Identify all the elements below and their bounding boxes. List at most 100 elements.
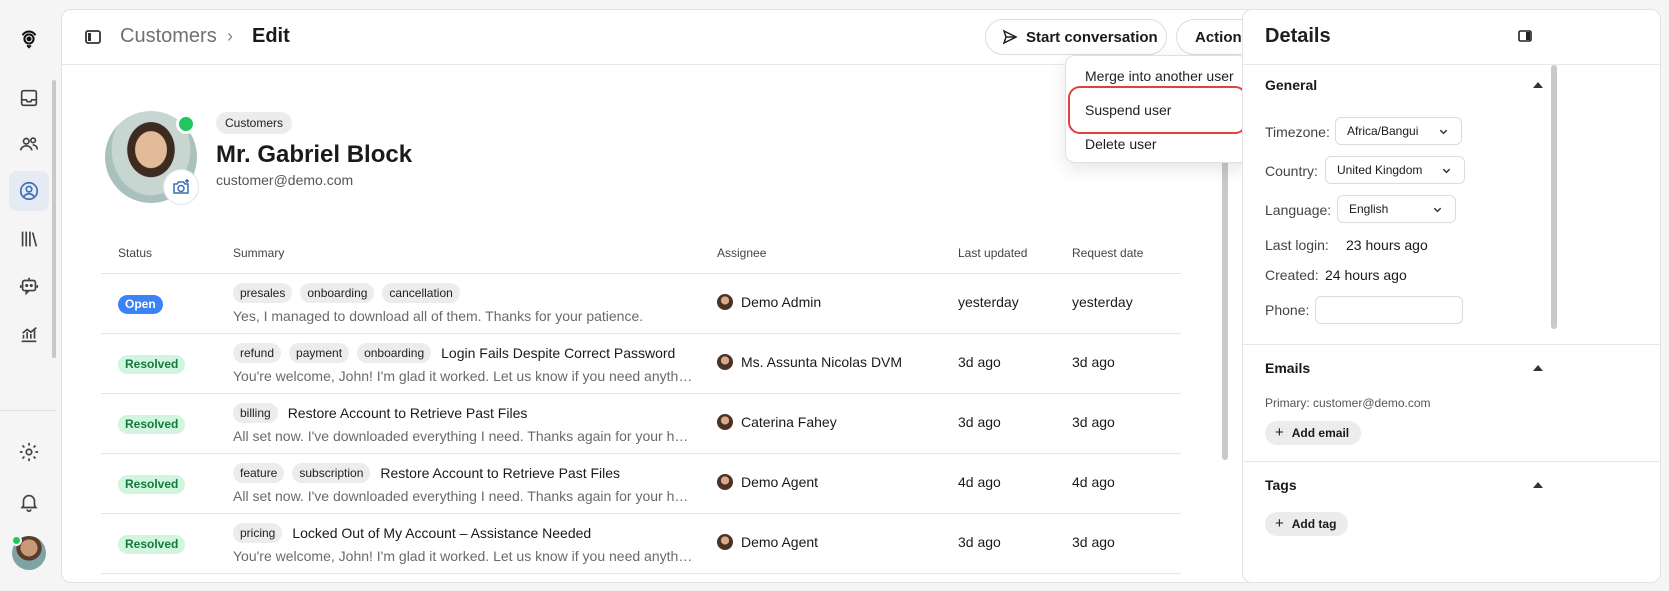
breadcrumb-current: Edit [252,25,290,47]
user-circle-icon[interactable] [9,171,49,211]
collapse-general-icon[interactable] [1533,82,1543,88]
summary-line: feature subscription Restore Account to Re… [233,463,620,483]
nav-rail [0,0,56,591]
send-icon [1002,29,1018,45]
details-header: Details [1243,10,1660,65]
language-select[interactable]: English [1337,195,1456,223]
table-row[interactable]: Open presales onboarding cancellation Yes, I… [101,274,1181,334]
column-request-date[interactable]: Request date [1072,246,1143,260]
message-preview: All set now. I've downloaded everything … [233,488,693,504]
add-email-button[interactable]: + Add email [1265,421,1362,445]
chevron-down-icon [1442,168,1451,173]
summary-line: presales onboarding cancellation [233,283,470,303]
table-row[interactable]: Resolved billing Restore Account to Retrie… [101,394,1181,454]
menu-item-merge-user[interactable]: Merge into another user [1085,68,1234,84]
main-scrollbar[interactable] [1222,140,1228,460]
current-user-avatar[interactable] [11,535,46,570]
last-login-value: 23 hours ago [1346,237,1428,253]
table-row[interactable]: Resolved pricing Locked Out of My Account … [101,514,1181,574]
status-badge: Open [118,295,163,314]
message-preview: Yes, I managed to download all of them. … [233,308,644,324]
tag-chip[interactable]: onboarding [357,343,432,363]
tag-chip[interactable]: feature [233,463,285,483]
panel-toggle-icon[interactable] [1517,28,1533,44]
language-value: English [1349,202,1389,216]
tag-chip[interactable]: cancellation [382,283,460,303]
request-date: 3d ago [1072,354,1115,370]
last-updated: yesterday [958,294,1019,310]
actions-menu: Merge into another user Suspend user Del… [1065,55,1248,163]
tag-chip[interactable]: billing [233,403,278,423]
collapse-emails-icon[interactable] [1533,365,1543,371]
assignee: Ms. Assunta Nicolas DVM [717,354,902,370]
chevron-down-icon [1439,129,1448,134]
chart-icon[interactable] [9,314,49,354]
assignee: Demo Agent [717,474,818,490]
column-status[interactable]: Status [118,246,152,260]
request-date: 3d ago [1072,534,1115,550]
conversations-table: Status Summary Assignee Last updated Req… [101,234,1181,574]
tag-chip[interactable]: payment [289,343,350,363]
profile-tag: Customers [216,112,293,134]
last-updated: 3d ago [958,354,1001,370]
last-login-label: Last login: [1265,237,1329,253]
table-row[interactable]: Resolved refund payment onboarding Login Fai… [101,334,1181,394]
assignee: Caterina Fahey [717,414,837,430]
timezone-select[interactable]: Africa/Bangui [1335,117,1462,145]
add-tag-button[interactable]: + Add tag [1265,512,1349,536]
library-icon[interactable] [9,219,49,259]
phone-label: Phone: [1265,302,1310,318]
section-general-title[interactable]: General [1265,77,1317,93]
tag-chip[interactable]: subscription [292,463,371,483]
summary-line: refund payment onboarding Login Fails Despi… [233,343,675,363]
rail-divider [0,410,56,411]
bot-icon[interactable] [9,266,49,306]
add-tag-label: Add tag [1291,517,1337,531]
country-value: United Kingdom [1337,163,1423,177]
users-icon[interactable] [9,124,49,164]
status-badge: Resolved [118,415,186,434]
tag-chip[interactable]: presales [233,283,293,303]
details-scrollbar[interactable] [1551,65,1557,329]
last-updated: 4d ago [958,474,1001,490]
rail-scrollbar[interactable] [52,80,56,358]
logo-icon[interactable] [9,18,49,58]
primary-email: Primary: customer@demo.com [1265,396,1431,410]
created-value: 24 hours ago [1325,267,1407,283]
timezone-value: Africa/Bangui [1347,124,1419,138]
breadcrumb-parent[interactable]: Customers [120,25,217,48]
request-date: 3d ago [1072,414,1115,430]
change-photo-button[interactable] [163,169,199,205]
phone-input[interactable] [1315,296,1463,324]
section-emails-title[interactable]: Emails [1265,360,1310,376]
table-header: Status Summary Assignee Last updated Req… [101,234,1181,274]
bell-icon[interactable] [9,482,49,522]
profile-name: Mr. Gabriel Block [216,141,413,168]
profile-email: customer@demo.com [216,172,354,188]
column-summary[interactable]: Summary [233,246,284,260]
tag-chip[interactable]: onboarding [300,283,375,303]
menu-item-suspend-user[interactable]: Suspend user [1085,102,1171,118]
tag-chip[interactable]: pricing [233,523,283,543]
request-date: yesterday [1072,294,1133,310]
collapse-tags-icon[interactable] [1533,482,1543,488]
timezone-label: Timezone: [1265,124,1330,140]
sidebar-toggle-icon[interactable] [84,28,102,46]
tag-chip[interactable]: refund [233,343,282,363]
message-preview: All set now. I've downloaded everything … [233,428,693,444]
table-row[interactable]: Resolved feature subscription Restore Accou… [101,454,1181,514]
column-assignee[interactable]: Assignee [717,246,766,260]
section-tags-title[interactable]: Tags [1265,477,1297,493]
country-select[interactable]: United Kingdom [1325,156,1465,184]
inbox-icon[interactable] [9,78,49,118]
assignee: Demo Agent [717,534,818,550]
status-badge: Resolved [118,535,186,554]
start-conversation-button[interactable]: Start conversation [985,19,1167,55]
breadcrumb-separator: › [227,26,233,46]
menu-item-delete-user[interactable]: Delete user [1085,136,1157,152]
profile-online-indicator [176,114,196,134]
gear-icon[interactable] [9,432,49,472]
assignee-avatar [717,414,733,430]
request-date: 4d ago [1072,474,1115,490]
column-last-updated[interactable]: Last updated [958,246,1027,260]
